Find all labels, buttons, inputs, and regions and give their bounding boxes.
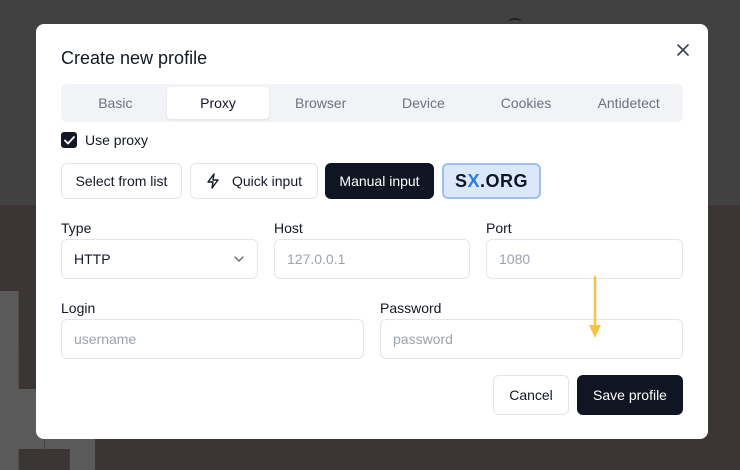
select-from-list-label: Select from list	[75, 173, 168, 189]
type-select[interactable]: HTTP	[61, 239, 258, 279]
profile-tabs: Basic Proxy Browser Device Cookies Antid…	[61, 84, 683, 122]
sx-org-logo-org: .ORG	[480, 170, 529, 191]
save-profile-button[interactable]: Save profile	[577, 375, 683, 415]
password-label: Password	[380, 300, 442, 316]
login-placeholder: username	[74, 331, 137, 347]
password-input[interactable]: password	[380, 319, 683, 359]
manual-input-button[interactable]: Manual input	[325, 163, 434, 199]
tab-device[interactable]: Device	[372, 87, 475, 119]
create-profile-modal: Create new profile Basic Proxy Browser D…	[36, 24, 708, 439]
save-profile-label: Save profile	[593, 387, 667, 403]
lightning-icon	[207, 173, 219, 189]
cancel-button[interactable]: Cancel	[493, 375, 569, 415]
tab-proxy[interactable]: Proxy	[166, 87, 270, 119]
use-proxy-row: Use proxy	[61, 131, 148, 149]
port-input[interactable]: 1080	[486, 239, 683, 279]
host-input[interactable]: 127.0.0.1	[274, 239, 470, 279]
select-from-list-button[interactable]: Select from list	[61, 163, 182, 199]
tab-antidetect[interactable]: Antidetect	[577, 87, 680, 119]
close-button[interactable]	[672, 39, 694, 61]
type-select-value: HTTP	[74, 251, 111, 267]
close-icon	[677, 44, 689, 56]
tab-basic[interactable]: Basic	[64, 87, 167, 119]
login-input[interactable]: username	[61, 319, 364, 359]
type-label: Type	[61, 220, 92, 236]
host-placeholder: 127.0.0.1	[287, 251, 346, 267]
login-label: Login	[61, 300, 96, 316]
chevron-down-icon	[234, 256, 244, 262]
modal-title: Create new profile	[61, 48, 208, 68]
use-proxy-label: Use proxy	[85, 132, 149, 148]
checkmark-icon	[63, 135, 75, 144]
password-placeholder: password	[393, 331, 453, 347]
sx-org-logo-s: S	[454, 170, 468, 191]
quick-input-label: Quick input	[231, 173, 303, 189]
port-placeholder: 1080	[499, 251, 531, 267]
manual-input-label: Manual input	[339, 173, 420, 189]
tab-browser[interactable]: Browser	[269, 87, 372, 119]
quick-input-button[interactable]: Quick input	[190, 163, 318, 199]
cancel-label: Cancel	[509, 387, 553, 403]
tab-cookies[interactable]: Cookies	[475, 87, 578, 119]
use-proxy-checkbox[interactable]	[61, 132, 77, 148]
sx-org-provider-button[interactable]: S X .ORG	[442, 163, 541, 199]
sx-org-logo-x: X	[467, 170, 480, 191]
hint-arrow-icon	[589, 275, 601, 338]
host-label: Host	[274, 220, 303, 236]
port-label: Port	[486, 220, 512, 236]
